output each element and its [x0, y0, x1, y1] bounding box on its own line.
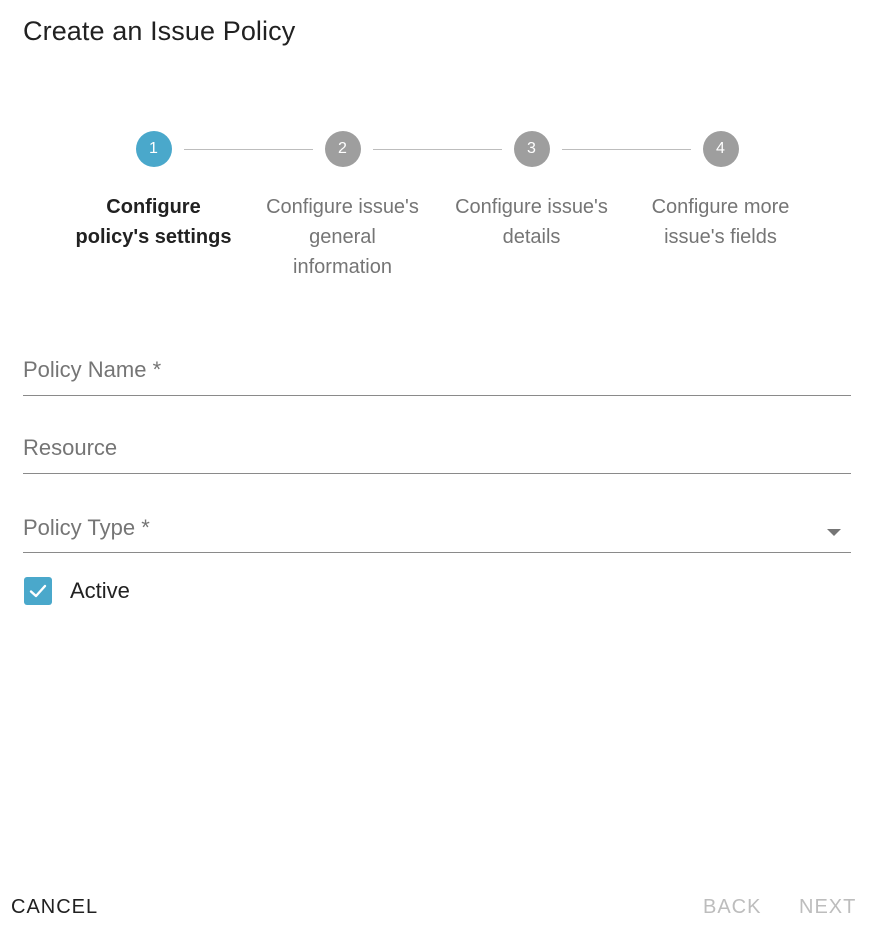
active-label: Active [70, 578, 130, 603]
step-label-line: Configure issue's [266, 196, 419, 218]
step-2-number-icon: 2 [324, 131, 361, 167]
step-4: 4 Configure more issue's fields [626, 131, 815, 252]
step-label-line: Configure issue's [455, 196, 608, 218]
stepper: 1 Configure policy's settings 2 Configur… [59, 131, 815, 291]
resource-label: Resource [23, 435, 118, 460]
cancel-button[interactable]: CANCEL [11, 896, 98, 919]
step-3-label: Configure issue's details [437, 192, 626, 252]
dialog-title: Create an Issue Policy [23, 16, 296, 46]
dropdown-arrow-icon[interactable] [827, 529, 841, 536]
policy-type-underline [23, 552, 851, 553]
policy-name-input[interactable]: Policy Name * [23, 357, 851, 397]
active-checkbox-row[interactable]: Active [24, 577, 130, 605]
step-label-line: issue's fields [664, 226, 777, 248]
policy-type-select[interactable]: Policy Type * [23, 515, 851, 555]
step-1-label: Configure policy's settings [59, 192, 248, 252]
step-label-line: details [502, 226, 561, 248]
policy-name-label: Policy Name * [23, 357, 162, 382]
step-3-number-icon: 3 [513, 131, 550, 167]
step-label-line: general [309, 226, 376, 248]
step-1-number-icon: 1 [135, 131, 172, 167]
resource-input[interactable]: Resource [23, 435, 851, 475]
step-label-line: policy's settings [75, 226, 232, 248]
checkmark-icon [29, 584, 47, 598]
step-3: 3 Configure issue's details [437, 131, 626, 252]
policy-type-label: Policy Type * [23, 515, 150, 540]
next-button[interactable]: NEXT [799, 896, 856, 919]
step-1: 1 Configure policy's settings [59, 131, 248, 252]
step-2: 2 Configure issue's general information [248, 131, 437, 282]
step-label-line: information [293, 256, 392, 278]
step-label-line: Configure [106, 196, 201, 218]
step-4-number-icon: 4 [702, 131, 739, 167]
active-checkbox[interactable] [24, 577, 52, 605]
back-button[interactable]: BACK [703, 896, 761, 919]
step-4-label: Configure more issue's fields [626, 192, 815, 252]
policy-name-underline [23, 395, 851, 396]
resource-underline [23, 473, 851, 474]
step-2-label: Configure issue's general information [248, 192, 437, 282]
step-label-line: Configure more [651, 196, 790, 218]
